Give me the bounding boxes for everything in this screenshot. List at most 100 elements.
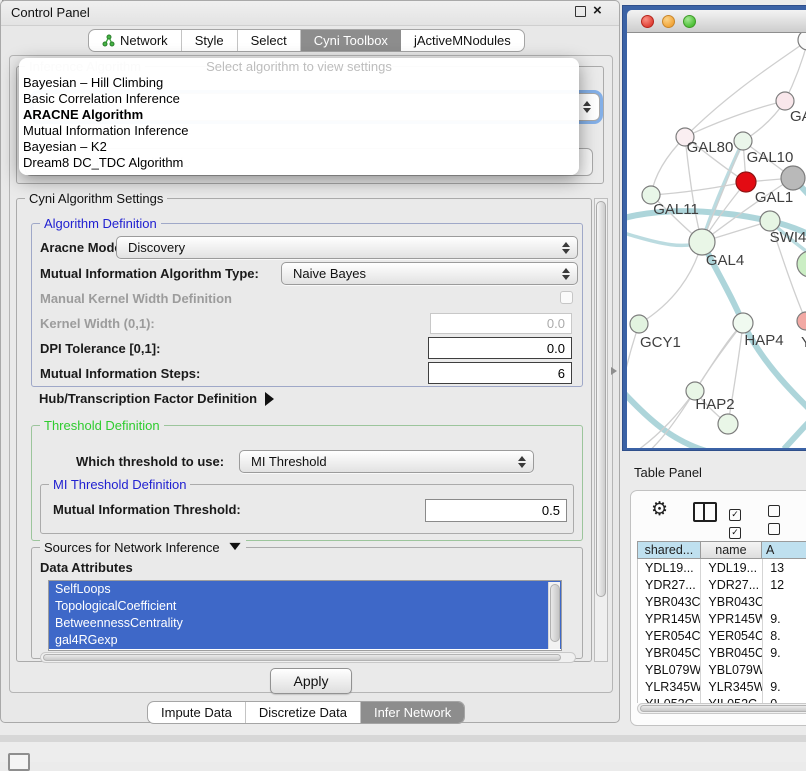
zoom-traffic-light-icon[interactable] (683, 15, 696, 28)
attribute-list-item[interactable]: BetweennessCentrality (49, 615, 561, 632)
algorithm-menu-item[interactable]: ARACNE Algorithm (19, 107, 579, 123)
minimize-traffic-light-icon[interactable] (662, 15, 675, 28)
table-column-header[interactable]: A (762, 542, 806, 558)
algorithm-menu-item[interactable]: Dream8 DC_TDC Algorithm (19, 155, 579, 171)
aracne-mode-combobox[interactable]: Discovery (116, 236, 578, 259)
mi-type-label: Mutual Information Algorithm Type: (40, 266, 259, 281)
gear-icon[interactable]: ⚙ (651, 498, 668, 521)
table-row[interactable]: YDL19...YDL19...13 (638, 559, 806, 576)
tab-impute-data[interactable]: Impute Data (148, 702, 246, 723)
control-panel-titlebar[interactable]: Control Panel × (1, 1, 619, 26)
algorithm-definition-group: Algorithm Definition Aracne Mode: Discov… (31, 223, 583, 387)
tab-discretize-data[interactable]: Discretize Data (246, 702, 361, 723)
table-row[interactable]: YBR045CYBR045C9. (638, 644, 806, 661)
kernel-width-field[interactable]: 0.0 (430, 313, 572, 334)
table-hscrollbar[interactable] (637, 703, 806, 714)
table-cell: YPR145W (701, 610, 763, 627)
tab-network[interactable]: Network (89, 30, 182, 51)
table-cell: 12 (763, 576, 806, 593)
table-cell: 9. (763, 644, 806, 661)
mi-steps-value: 6 (558, 366, 565, 381)
hub-definition-toggle[interactable]: Hub/Transcription Factor Definition (39, 391, 274, 406)
table-cell: YIL052C (701, 695, 763, 703)
dpi-tolerance-field[interactable]: 0.0 (428, 337, 572, 359)
attribute-list-item[interactable]: TopologicalCoefficient (49, 598, 561, 615)
network-node[interactable] (630, 315, 648, 333)
scrollbar-thumb[interactable] (640, 705, 806, 712)
settings-scrollbar[interactable] (594, 198, 608, 662)
network-node[interactable] (736, 172, 756, 192)
float-window-icon[interactable] (575, 6, 586, 17)
bottom-strip (0, 742, 806, 762)
unchecked-boxes-icon[interactable] (768, 504, 783, 540)
algorithm-menu-item[interactable]: Bayesian – Hill Climbing (19, 75, 579, 91)
table-cell: YBR043C (701, 593, 763, 610)
tab-cyni-toolbox[interactable]: Cyni Toolbox (301, 30, 401, 51)
network-node[interactable] (781, 166, 805, 190)
table-row[interactable]: YBR043CYBR043C (638, 593, 806, 610)
manual-kernel-checkbox[interactable] (560, 291, 573, 304)
network-node[interactable] (734, 132, 752, 150)
scrollbar-thumb[interactable] (550, 584, 560, 642)
tab-jactivemnodules[interactable]: jActiveMNodules (401, 30, 524, 51)
node-label: HAP2 (695, 396, 734, 413)
network-node[interactable] (718, 414, 738, 434)
combo-stepper-icon (562, 242, 570, 254)
attribute-list-item[interactable]: SelfLoops (49, 581, 561, 598)
combo-stepper-icon (583, 101, 591, 113)
table-row[interactable]: YER054CYER054C8. (638, 627, 806, 644)
minimized-panel-icon[interactable] (8, 753, 30, 771)
splitter-collapse-icon[interactable] (611, 367, 617, 375)
attributes-scrollbar[interactable] (548, 582, 560, 649)
tab-select[interactable]: Select (238, 30, 301, 51)
table-column-header[interactable]: shared... (638, 542, 701, 558)
network-node[interactable] (760, 211, 780, 231)
node-label: GAL11 (653, 201, 699, 218)
network-node[interactable] (797, 251, 806, 277)
algorithm-menu-item[interactable]: Bayesian – K2 (19, 139, 579, 155)
data-attributes-label: Data Attributes (40, 560, 133, 575)
table-row[interactable]: YDR27...YDR27...12 (638, 576, 806, 593)
scrollbar-thumb[interactable] (43, 654, 561, 661)
mi-threshold-group: MI Threshold Definition Mutual Informati… (40, 484, 574, 534)
network-node[interactable] (798, 33, 806, 50)
network-node[interactable] (797, 312, 806, 330)
node-label: HAP4 (744, 332, 783, 349)
expand-right-icon (265, 392, 274, 406)
table-row[interactable]: YLR345WYLR345W9. (638, 678, 806, 695)
control-panel-tabbar: Network Style Select Cyni Toolbox jActiv… (88, 29, 525, 52)
combo-stepper-icon (562, 268, 570, 280)
table-cell: YBL079W (701, 661, 763, 678)
table-row[interactable]: YBL079WYBL079W (638, 661, 806, 678)
data-attributes-list[interactable]: SelfLoopsTopologicalCoefficientBetweenne… (48, 580, 562, 651)
sources-group-title[interactable]: Sources for Network Inference (40, 540, 246, 555)
close-icon[interactable]: × (593, 2, 604, 13)
dpi-tolerance-label: DPI Tolerance [0,1]: (40, 341, 160, 356)
network-node[interactable] (733, 313, 753, 333)
table-header-row: shared...nameA (637, 541, 806, 559)
attribute-list-item[interactable]: gal4RGexp (49, 632, 561, 649)
algorithm-menu-item[interactable]: Mutual Information Inference (19, 123, 579, 139)
scrollbar-thumb[interactable] (596, 201, 606, 597)
tab-style[interactable]: Style (182, 30, 238, 51)
dropdown-prompt: Select algorithm to view settings (19, 58, 579, 75)
table-cell: 8. (763, 627, 806, 644)
table-cell: 0. (763, 695, 806, 703)
table-row[interactable]: YIL052CYIL052C0. (638, 695, 806, 703)
table-row[interactable]: YPR145WYPR145W9. (638, 610, 806, 627)
control-panel-title: Control Panel (11, 5, 90, 20)
network-window-titlebar[interactable] (627, 10, 806, 33)
tab-infer-network[interactable]: Infer Network (361, 702, 464, 723)
which-threshold-combobox[interactable]: MI Threshold (239, 450, 534, 473)
apply-button[interactable]: Apply (270, 668, 352, 694)
algorithm-menu-item[interactable]: Basic Correlation Inference (19, 91, 579, 107)
columns-icon[interactable] (693, 502, 717, 522)
close-traffic-light-icon[interactable] (641, 15, 654, 28)
table-column-header[interactable]: name (701, 542, 762, 558)
network-canvas[interactable]: GALGAL80GAL10GAL1GAL11SWI4GAL4GCY1HAP4YH… (627, 33, 806, 448)
sources-hscrollbar[interactable] (40, 652, 576, 663)
mi-type-combobox[interactable]: Naive Bayes (281, 262, 578, 285)
mi-steps-field[interactable]: 6 (428, 362, 572, 384)
checked-boxes-icon[interactable]: ✓✓ (729, 504, 744, 540)
mi-threshold-field[interactable]: 0.5 (425, 499, 567, 522)
